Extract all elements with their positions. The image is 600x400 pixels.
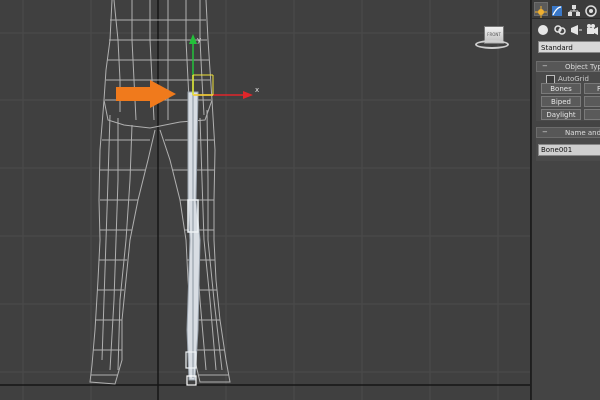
autogrid-checkbox[interactable]: AutoGrid	[546, 75, 589, 84]
motion-tab[interactable]	[585, 2, 599, 17]
grid-lines	[0, 0, 530, 400]
cameras-icon[interactable]	[586, 24, 598, 36]
app-window: x y FRONT Standard − Object Typ AutoGrid…	[0, 0, 600, 400]
name-and-color-rollout-header[interactable]: − Name and C	[536, 127, 600, 138]
object-type-rollout: − Object Typ AutoGrid Bones Ri Biped Day…	[536, 61, 600, 121]
create-icon	[535, 6, 547, 18]
modify-tab[interactable]	[551, 2, 565, 16]
name-and-color-title: Name and C	[565, 129, 600, 137]
gizmo-x-label: x	[255, 86, 259, 94]
create-category-icons	[532, 22, 600, 38]
grid-axis-lines	[0, 0, 530, 400]
object-type-rollout-header[interactable]: − Object Typ	[536, 61, 600, 72]
shapes-icon[interactable]	[554, 24, 566, 36]
ring-array-button[interactable]: Ri	[584, 83, 600, 94]
object-type-title: Object Typ	[565, 63, 600, 71]
command-panel-tabs	[532, 0, 600, 19]
wireframe-mesh	[89, 0, 231, 385]
create-tab[interactable]	[534, 2, 548, 18]
lights-icon[interactable]	[570, 24, 582, 36]
autogrid-label: AutoGrid	[558, 75, 589, 83]
front-viewport[interactable]: x y FRONT	[0, 0, 531, 400]
bones-button[interactable]: Bones	[541, 83, 581, 94]
create-category-dropdown[interactable]: Standard	[538, 41, 600, 53]
hierarchy-tab[interactable]	[568, 2, 582, 16]
rollout-collapse-icon: −	[542, 62, 548, 70]
orange-arrow-icon	[116, 80, 176, 108]
geometry-icon[interactable]	[537, 24, 549, 36]
viewcube-compass-ring[interactable]	[475, 40, 509, 49]
viewport-canvas: x y	[0, 0, 530, 400]
motion-icon	[585, 5, 597, 17]
biped-button[interactable]: Biped	[541, 96, 581, 107]
object-type-button-6[interactable]	[584, 109, 600, 120]
object-type-button-4[interactable]	[584, 96, 600, 107]
modify-icon	[552, 6, 562, 16]
gizmo-y-label: y	[197, 36, 201, 44]
viewcube[interactable]: FRONT	[474, 24, 512, 54]
bone-chain	[185, 91, 201, 386]
hierarchy-icon	[568, 5, 580, 16]
daylight-button[interactable]: Daylight	[541, 109, 581, 120]
rollout-collapse-icon: −	[542, 128, 548, 136]
object-name-field[interactable]: Bone001	[538, 144, 600, 156]
command-panel: Standard − Object Typ AutoGrid Bones Ri …	[531, 0, 600, 400]
